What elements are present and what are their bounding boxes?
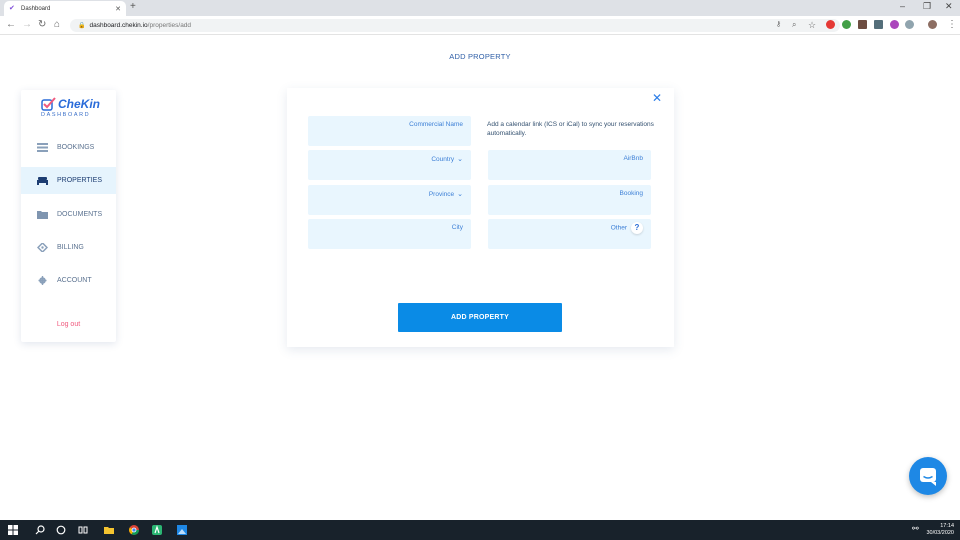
add-property-card: ✕ Commercial Name Country ⌄ Province ⌄ Cit… (287, 88, 674, 347)
back-icon[interactable]: ← (6, 19, 16, 31)
commercial-name-field[interactable]: Commercial Name (308, 116, 471, 146)
sidebar-item-bookings[interactable]: BOOKINGS (21, 134, 116, 161)
help-icon[interactable]: ? (631, 222, 643, 234)
chat-icon (920, 468, 936, 486)
browser-toolbar: ← → ↻ ⌂ 🔒 dashboard.chekin.io/properties/… (0, 16, 960, 35)
gear-icon (37, 276, 48, 285)
list-icon (37, 143, 48, 152)
forward-icon[interactable]: → (22, 19, 32, 31)
tag-icon (36, 241, 49, 254)
network-icon[interactable]: ⚯ (912, 524, 919, 533)
province-select[interactable]: Province ⌄ (308, 185, 471, 215)
file-explorer-icon[interactable] (104, 525, 114, 535)
browser-tab[interactable]: ✔ Dashboard ✕ (4, 1, 126, 16)
url-host: dashboard.chekin.io (89, 22, 148, 29)
booking-ical-field[interactable]: Booking (488, 185, 651, 215)
close-icon[interactable]: ✕ (652, 91, 662, 105)
url-bar[interactable]: 🔒 dashboard.chekin.io/properties/add (70, 19, 840, 32)
province-label: Province (428, 191, 455, 198)
profile-avatar[interactable] (928, 20, 937, 29)
chevron-down-icon: ⌄ (457, 156, 463, 163)
chrome-icon[interactable] (129, 525, 139, 535)
sidebar: CheKin DASHBOARD BOOKINGS PROPERTIES DOC… (21, 90, 116, 342)
sidebar-item-label: DOCUMENTS (57, 211, 103, 218)
chekin-favicon-icon: ✔ (9, 5, 15, 12)
minimize-icon[interactable]: – (900, 1, 905, 11)
logout-link[interactable]: Log out (21, 321, 116, 328)
cortana-icon[interactable] (56, 525, 66, 535)
bookmark-star-icon[interactable]: ☆ (808, 19, 816, 31)
extension-opera-icon[interactable] (826, 20, 835, 29)
tab-title: Dashboard (21, 5, 51, 12)
extension-box-icon[interactable] (874, 20, 883, 29)
sidebar-item-label: BILLING (57, 244, 84, 251)
booking-label: Booking (619, 190, 644, 197)
close-window-icon[interactable]: ✕ (945, 1, 953, 12)
reload-icon[interactable]: ↻ (38, 19, 46, 31)
other-label: Other (610, 224, 627, 232)
bed-icon (37, 176, 48, 185)
page-title: ADD PROPERTY (449, 52, 511, 61)
new-tab-button[interactable]: + (130, 1, 136, 12)
search-icon[interactable] (35, 525, 45, 535)
clock-date: 30/03/2020 (926, 530, 954, 536)
browser-tab-strip: ✔ Dashboard ✕ + – ❐ ✕ (0, 0, 960, 16)
logo-check-icon (41, 97, 56, 111)
add-property-button[interactable]: ADD PROPERTY (398, 303, 562, 332)
clock-time: 17:14 (940, 523, 954, 529)
home-icon[interactable]: ⌂ (54, 19, 60, 31)
zoom-icon[interactable]: ⌕ (792, 19, 796, 31)
calendar-sync-hint: Add a calendar link (ICS or iCal) to syn… (487, 121, 654, 137)
android-studio-icon[interactable] (152, 525, 162, 535)
folder-icon (37, 210, 48, 219)
sidebar-item-account[interactable]: ACCOUNT (21, 267, 116, 294)
lock-icon: 🔒 (78, 23, 86, 29)
windows-start-icon[interactable] (8, 525, 18, 535)
photos-app-icon[interactable] (177, 525, 187, 535)
extension-ut-icon[interactable] (858, 20, 867, 29)
sidebar-item-properties[interactable]: PROPERTIES (21, 167, 116, 194)
sidebar-item-documents[interactable]: DOCUMENTS (21, 201, 116, 228)
commercial-name-label: Commercial Name (409, 121, 463, 128)
sidebar-item-label: BOOKINGS (57, 144, 95, 151)
city-field[interactable]: City (308, 219, 471, 249)
extension-check-icon[interactable] (842, 20, 851, 29)
os-taskbar: ⚯ 17:14 30/03/2020 (0, 520, 960, 540)
chevron-down-icon: ⌄ (457, 191, 463, 198)
airbnb-ical-field[interactable]: AirBnb (488, 150, 651, 180)
system-clock[interactable]: 17:14 30/03/2020 (926, 523, 954, 537)
extension-circle-icon[interactable] (905, 20, 914, 29)
airbnb-label: AirBnb (623, 155, 643, 162)
extension-colorful-icon[interactable] (890, 20, 899, 29)
key-icon[interactable]: ⚷ (776, 19, 781, 31)
country-select[interactable]: Country ⌄ (308, 150, 471, 180)
sidebar-item-label: PROPERTIES (57, 177, 102, 184)
chat-launcher-button[interactable] (909, 457, 947, 495)
logo-subtitle: DASHBOARD (41, 112, 91, 118)
url-path: /properties/add (147, 22, 192, 29)
restore-icon[interactable]: ❐ (923, 1, 931, 12)
city-label: City (451, 224, 463, 231)
country-label: Country (431, 156, 455, 163)
sidebar-item-label: ACCOUNT (57, 277, 92, 284)
logo-text: CheKin (58, 97, 100, 111)
task-view-icon[interactable] (78, 525, 88, 535)
sidebar-item-billing[interactable]: BILLING (21, 234, 116, 261)
other-ical-field[interactable]: Other? (488, 219, 651, 249)
browser-menu-icon[interactable]: ⋮ (947, 19, 957, 31)
tab-close-icon[interactable]: ✕ (115, 5, 121, 13)
